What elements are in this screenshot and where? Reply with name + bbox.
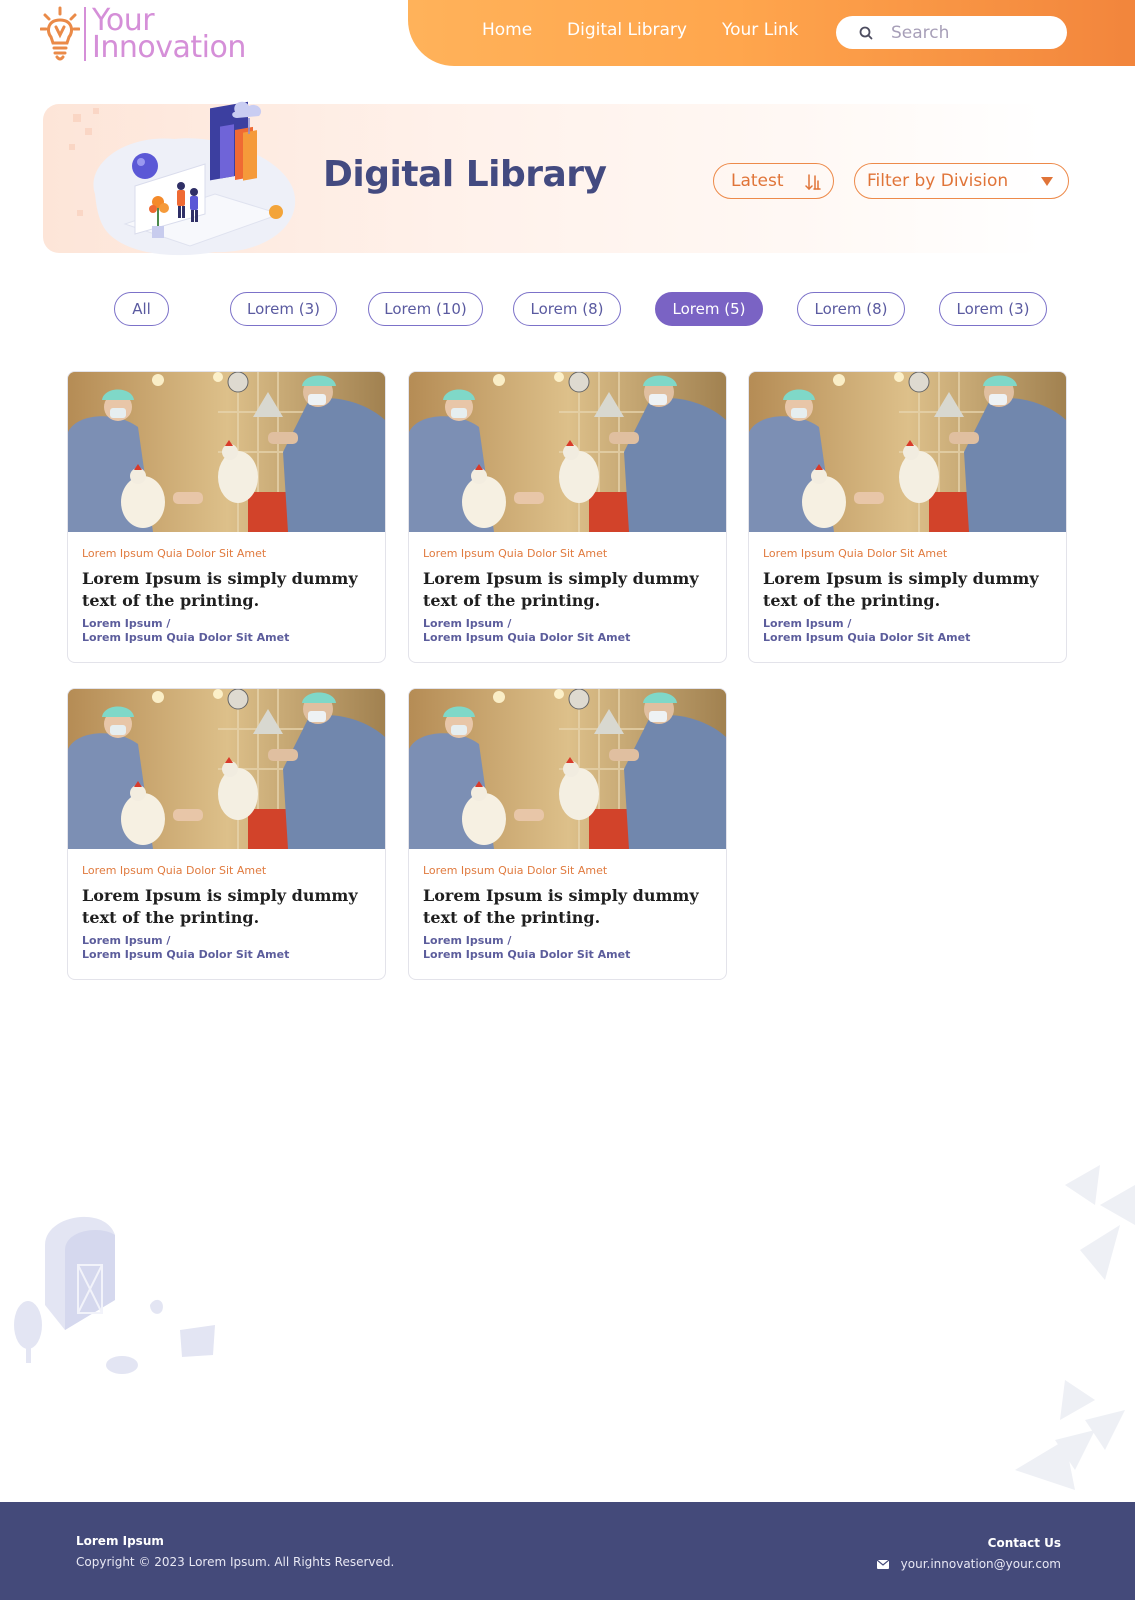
lightbulb-icon [40,6,80,61]
card-category: Lorem Ipsum Quia Dolor Sit Amet [423,864,608,877]
brand-logo[interactable]: Your Innovation [40,4,246,64]
library-card[interactable]: Lorem Ipsum Quia Dolor Sit Amet Lorem Ip… [67,688,386,980]
card-image [409,372,727,532]
library-card[interactable]: Lorem Ipsum Quia Dolor Sit Amet Lorem Ip… [67,371,386,663]
page-title: Digital Library [323,154,607,195]
card-image [749,372,1067,532]
logo-divider [84,7,86,61]
caret-down-icon [1041,177,1053,186]
card-title[interactable]: Lorem Ipsum is simply dummy text of the … [763,568,1058,612]
card-meta-line-1: Lorem Ipsum / [423,617,512,630]
triangle-decoration [1015,1380,1125,1490]
card-title[interactable]: Lorem Ipsum is simply dummy text of the … [82,885,377,929]
footer-contact-heading: Contact Us [987,1536,1061,1550]
card-image [409,689,727,849]
filter-chip-3[interactable]: Lorem (8) [513,292,621,326]
library-card[interactable]: Lorem Ipsum Quia Dolor Sit Amet Lorem Ip… [408,688,727,980]
mail-icon [877,1560,889,1569]
card-category: Lorem Ipsum Quia Dolor Sit Amet [82,547,267,560]
card-meta-line-1: Lorem Ipsum / [763,617,852,630]
triangle-decoration [1065,1165,1135,1280]
sort-latest-button[interactable]: Latest [713,163,834,199]
card-category: Lorem Ipsum Quia Dolor Sit Amet [423,547,608,560]
card-meta-line-1: Lorem Ipsum / [82,934,171,947]
card-title[interactable]: Lorem Ipsum is simply dummy text of the … [82,568,377,612]
card-meta: Lorem Ipsum / Lorem Ipsum Quia Dolor Sit… [423,934,630,962]
card-meta-line-1: Lorem Ipsum / [423,934,512,947]
brand-name: Your Innovation [92,6,246,65]
search-icon[interactable] [858,25,874,41]
card-meta-line-2: Lorem Ipsum Quia Dolor Sit Amet [82,631,290,644]
card-meta-line-2: Lorem Ipsum Quia Dolor Sit Amet [423,948,631,961]
card-meta-line-2: Lorem Ipsum Quia Dolor Sit Amet [763,631,971,644]
card-meta: Lorem Ipsum / Lorem Ipsum Quia Dolor Sit… [763,617,970,645]
card-image [68,689,386,849]
sort-label: Latest [731,171,784,191]
card-category: Lorem Ipsum Quia Dolor Sit Amet [82,864,267,877]
page-banner: Digital Library Latest Filter by Divisio… [43,101,1069,256]
card-image [68,372,386,532]
card-title[interactable]: Lorem Ipsum is simply dummy text of the … [423,885,718,929]
filter-chip-5[interactable]: Lorem (8) [797,292,905,326]
footer-email-link[interactable]: your.innovation@your.com [901,1557,1061,1571]
library-card[interactable]: Lorem Ipsum Quia Dolor Sit Amet Lorem Ip… [408,371,727,663]
card-meta-line-2: Lorem Ipsum Quia Dolor Sit Amet [423,631,631,644]
card-meta-line-1: Lorem Ipsum / [82,617,171,630]
filter-chip-1[interactable]: Lorem (3) [230,292,337,326]
nav-home-link[interactable]: Home [482,20,532,40]
division-filter-label: Filter by Division [867,171,1009,191]
filter-chip-all[interactable]: All [114,292,169,326]
brand-line-2: Innovation [92,30,246,65]
card-category: Lorem Ipsum Quia Dolor Sit Amet [763,547,948,560]
card-meta-line-2: Lorem Ipsum Quia Dolor Sit Amet [82,948,290,961]
division-filter-select[interactable]: Filter by Division [854,163,1069,199]
sort-descending-icon [805,174,821,191]
search-input[interactable] [891,20,1051,45]
farm-decoration [14,1216,215,1374]
site-footer: Lorem Ipsum Copyright © 2023 Lorem Ipsum… [0,1502,1135,1600]
library-card[interactable]: Lorem Ipsum Quia Dolor Sit Amet Lorem Ip… [748,371,1067,663]
card-meta: Lorem Ipsum / Lorem Ipsum Quia Dolor Sit… [82,617,289,645]
nav-digital-library-link[interactable]: Digital Library [567,20,687,40]
nav-your-link[interactable]: Your Link [722,20,799,40]
filter-chip-4-active[interactable]: Lorem (5) [655,292,763,326]
card-title[interactable]: Lorem Ipsum is simply dummy text of the … [423,568,718,612]
card-meta: Lorem Ipsum / Lorem Ipsum Quia Dolor Sit… [82,934,289,962]
card-meta: Lorem Ipsum / Lorem Ipsum Quia Dolor Sit… [423,617,630,645]
filter-chip-2[interactable]: Lorem (10) [368,292,483,326]
footer-brand: Lorem Ipsum [76,1534,164,1548]
filter-chip-6[interactable]: Lorem (3) [939,292,1047,326]
footer-copyright: Copyright © 2023 Lorem Ipsum. All Rights… [76,1555,395,1569]
library-illustration [69,101,296,256]
search-box[interactable] [836,16,1067,49]
top-nav: Home Digital Library Your Link [408,0,1135,66]
